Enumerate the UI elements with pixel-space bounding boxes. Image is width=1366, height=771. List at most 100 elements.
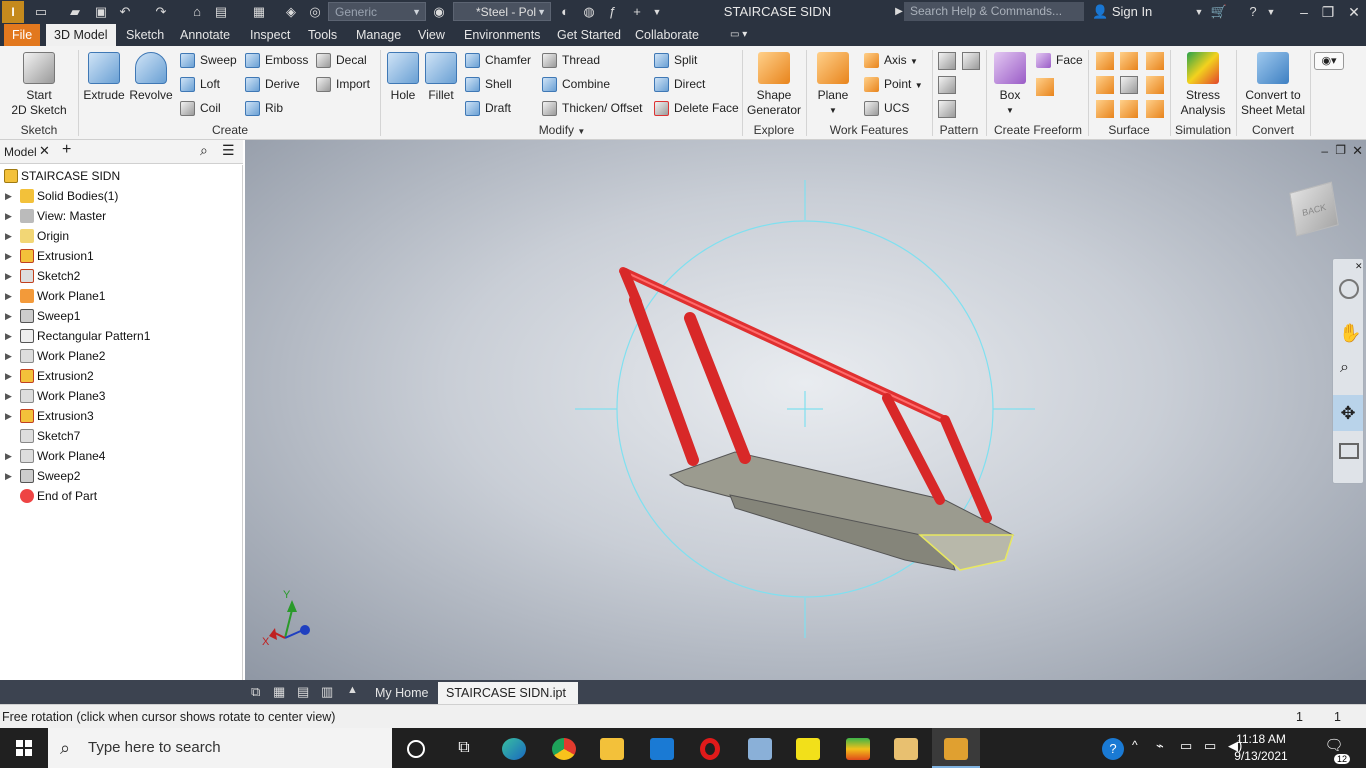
- inventor-logo-icon[interactable]: I: [2, 1, 24, 23]
- expand-icon[interactable]: ▶: [5, 446, 12, 466]
- tab-annotate[interactable]: Annotate: [172, 24, 238, 46]
- tree-item[interactable]: ▶ Extrusion3: [0, 406, 240, 426]
- sign-in-link[interactable]: 👤 Sign In: [1092, 4, 1152, 20]
- taskbar-search-input[interactable]: ⌕ Type here to search: [48, 728, 392, 768]
- rib-button[interactable]: Rib: [245, 98, 283, 118]
- tab-manage[interactable]: Manage: [348, 24, 409, 46]
- model-tab[interactable]: Model: [4, 145, 37, 159]
- cascade-windows-icon[interactable]: ⧉: [251, 684, 260, 700]
- minimize-icon[interactable]: –: [1294, 2, 1314, 22]
- derive-button[interactable]: Derive: [245, 74, 300, 94]
- graphics-viewport[interactable]: Y X – ❐ ✕ BACK ✕ ✋ ⌕ ✥: [245, 140, 1366, 680]
- search-icon[interactable]: ⌕: [200, 142, 208, 159]
- group-label-modify[interactable]: Modify ▼: [382, 123, 742, 137]
- sweep-button[interactable]: Sweep: [180, 50, 237, 70]
- notification-center-icon[interactable]: 🗨 12: [1320, 736, 1350, 764]
- loft-button[interactable]: Loft: [180, 74, 220, 94]
- tree-item[interactable]: ▶ Sweep1: [0, 306, 240, 326]
- tree-item[interactable]: ▶ Rectangular Pattern1: [0, 326, 240, 346]
- combine-button[interactable]: Combine: [542, 74, 610, 94]
- restore-icon[interactable]: ❐: [1318, 2, 1338, 22]
- tree-item-root[interactable]: STAIRCASE SIDN: [0, 166, 240, 186]
- expand-icon[interactable]: ▶: [5, 366, 12, 386]
- expand-icon[interactable]: ▶: [5, 266, 12, 286]
- zoom-icon[interactable]: ⌕: [1340, 359, 1349, 377]
- split-button[interactable]: Split: [654, 50, 697, 70]
- new-file-icon[interactable]: ▭: [32, 3, 50, 21]
- close-icon[interactable]: ✕: [39, 143, 50, 159]
- hole-button[interactable]: Hole: [384, 48, 422, 103]
- tab-get-started[interactable]: Get Started: [549, 24, 629, 46]
- import-button[interactable]: Import: [316, 74, 370, 94]
- tree-item[interactable]: ▶ Work Plane4: [0, 446, 240, 466]
- expand-icon[interactable]: ▶: [5, 286, 12, 306]
- boundary-patch-icon[interactable]: [1096, 100, 1114, 118]
- update-icon[interactable]: ▤: [212, 3, 230, 21]
- tree-item[interactable]: ▶ Extrusion2: [0, 366, 240, 386]
- expand-icon[interactable]: ▶: [5, 186, 12, 206]
- stitch-icon[interactable]: [1120, 52, 1138, 70]
- select-icon[interactable]: ▦: [250, 3, 268, 21]
- start-button[interactable]: [0, 728, 48, 768]
- appearance-globe-icon[interactable]: ◎: [306, 3, 324, 21]
- delete-face-button[interactable]: Delete Face: [654, 98, 739, 118]
- expand-icon[interactable]: ▶: [5, 386, 12, 406]
- tree-item[interactable]: ▶ Work Plane3: [0, 386, 240, 406]
- draft-button[interactable]: Draft: [465, 98, 511, 118]
- emboss-button[interactable]: Emboss: [245, 50, 308, 70]
- mirror-icon[interactable]: [962, 52, 980, 70]
- tree-item[interactable]: ▶ Origin: [0, 226, 240, 246]
- measure-icon[interactable]: ◈: [282, 3, 300, 21]
- tab-staircase-document[interactable]: STAIRCASE SIDN.ipt ✕: [438, 682, 578, 722]
- extrude-button[interactable]: Extrude: [82, 48, 126, 103]
- start-2d-sketch-button[interactable]: Start 2D Sketch: [6, 48, 72, 118]
- decal-button[interactable]: Decal: [316, 50, 367, 70]
- tab-sketch[interactable]: Sketch: [118, 24, 172, 46]
- tab-tools[interactable]: Tools: [300, 24, 345, 46]
- ribbon-options-icon[interactable]: ▭ ▾: [722, 24, 755, 46]
- circular-pattern-icon[interactable]: [938, 76, 956, 94]
- viewport-close-icon[interactable]: ✕: [1352, 143, 1363, 159]
- menu-icon[interactable]: ☰: [222, 142, 235, 159]
- edge-icon[interactable]: [490, 728, 538, 768]
- replace-face-icon[interactable]: [1146, 100, 1164, 118]
- battery-icon[interactable]: ▭: [1204, 738, 1216, 754]
- expand-icon[interactable]: ▶: [5, 226, 12, 246]
- tree-item[interactable]: Sketch7: [0, 426, 240, 446]
- clear-appearance-icon[interactable]: ◍: [580, 3, 598, 21]
- search-app-icon[interactable]: [882, 728, 930, 768]
- help-icon[interactable]: ?: [1102, 738, 1124, 760]
- add-icon[interactable]: +: [628, 3, 646, 21]
- expand-icon[interactable]: ▶: [5, 406, 12, 426]
- chevron-up-icon[interactable]: ^: [1132, 738, 1138, 752]
- mail-icon[interactable]: [638, 728, 686, 768]
- thicken-surface-icon[interactable]: [1096, 52, 1114, 70]
- cart-icon[interactable]: 🛒: [1210, 3, 1228, 21]
- parameters-fx-icon[interactable]: ƒ: [603, 3, 621, 21]
- help-search-input[interactable]: Search Help & Commands...: [904, 2, 1084, 21]
- revolve-button[interactable]: Revolve: [128, 48, 174, 103]
- rectangular-pattern-icon[interactable]: [938, 52, 956, 70]
- material-dropdown[interactable]: Generic ▼: [328, 2, 426, 21]
- thicken-offset-button[interactable]: Thicken/ Offset: [542, 98, 642, 118]
- box-button[interactable]: Box ▼: [990, 48, 1030, 118]
- tree-item[interactable]: ▶ View: Master: [0, 206, 240, 226]
- plane-button[interactable]: Plane ▼: [812, 48, 854, 118]
- network-icon[interactable]: ⌁: [1156, 738, 1164, 754]
- orbit-icon[interactable]: ✥: [1333, 395, 1363, 431]
- pan-hand-icon[interactable]: ✋: [1339, 323, 1361, 344]
- taskbar-clock[interactable]: 11:18 AM 9/13/2021: [1225, 731, 1297, 765]
- ribbon-options-dropdown-icon[interactable]: ◉▾: [1314, 52, 1344, 70]
- tile-horizontal-icon[interactable]: ▤: [297, 684, 309, 700]
- open-file-icon[interactable]: ▰: [66, 3, 84, 21]
- add-icon[interactable]: +: [62, 141, 71, 159]
- home-icon[interactable]: ⌂: [188, 3, 206, 21]
- stack-app-icon[interactable]: [834, 728, 882, 768]
- face-button[interactable]: Face: [1036, 50, 1083, 70]
- shape-generator-button[interactable]: Shape Generator: [744, 48, 804, 118]
- axis-button[interactable]: Axis ▼: [864, 50, 918, 70]
- save-icon[interactable]: ▣: [92, 3, 110, 21]
- tab-inspect[interactable]: Inspect: [242, 24, 298, 46]
- tree-item[interactable]: End of Part: [0, 486, 240, 506]
- tab-file[interactable]: File: [4, 24, 41, 46]
